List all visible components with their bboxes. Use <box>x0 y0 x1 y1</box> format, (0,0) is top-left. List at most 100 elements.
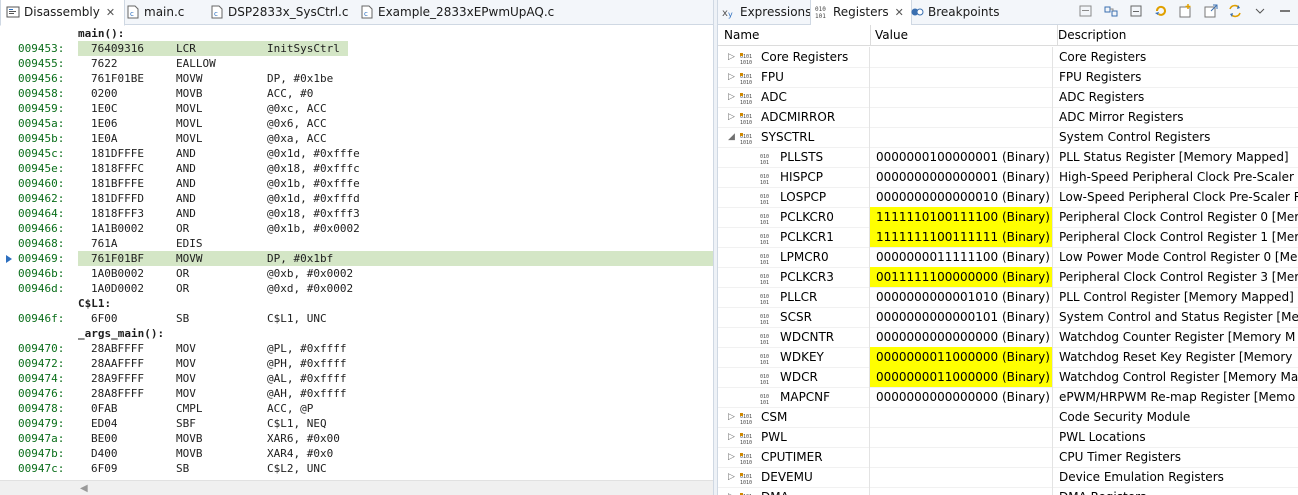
function-label[interactable]: C$L1: <box>0 296 713 311</box>
value-cell[interactable] <box>870 487 1053 495</box>
register-row[interactable]: 010 101 PLLCR 0000000000001010 (Binary) PLL … <box>718 287 1298 308</box>
disassembly-line[interactable]: 00946f: 6F00 SB C$L1, UNC <box>0 311 713 326</box>
value-cell[interactable]: 0000000100000001 (Binary) <box>870 147 1053 167</box>
value-cell[interactable]: 0000000000000101 (Binary) <box>870 307 1053 327</box>
register-row[interactable]: 010 101 PCLKCR3 0011111100000000 (Binary) Pe… <box>718 267 1298 288</box>
disassembly-line[interactable]: 00946b: 1A0B0002 OR @0xb, #0x0002 <box>0 266 713 281</box>
collapsed-twisty-icon[interactable]: ▷ <box>728 67 735 87</box>
register-group-row[interactable]: ▷ 0101 1010 FPU FPU Registers <box>718 67 1298 88</box>
register-row[interactable]: 010 101 LPMCR0 0000000011111100 (Binary) Low… <box>718 247 1298 268</box>
register-group-row[interactable]: ▷ 0101 1010 PWL PWL Locations <box>718 427 1298 448</box>
value-cell[interactable]: 0000000011111100 (Binary) <box>870 247 1053 267</box>
value-cell[interactable]: 0000000000001010 (Binary) <box>870 287 1053 307</box>
tab-main-c[interactable]: c main.c <box>126 0 184 24</box>
collapsed-twisty-icon[interactable]: ▷ <box>728 467 735 487</box>
value-cell[interactable] <box>870 107 1053 127</box>
register-group-row[interactable]: ▷ 0101 1010 ADCMIRROR ADC Mirror Registers <box>718 107 1298 128</box>
register-group-row[interactable]: ▷ 0101 1010 ADC ADC Registers <box>718 87 1298 108</box>
expanded-twisty-icon[interactable]: ◢ <box>728 127 735 147</box>
tab-disassembly[interactable]: Disassembly ✕ <box>0 0 125 26</box>
column-name[interactable]: Name <box>718 25 871 45</box>
collapsed-twisty-icon[interactable]: ▷ <box>728 47 735 67</box>
register-row[interactable]: 010 101 WDCR 0000000011000000 (Binary) Watch… <box>718 367 1298 388</box>
view-menu-icon[interactable] <box>1252 3 1268 19</box>
value-cell[interactable] <box>870 67 1053 87</box>
value-cell[interactable] <box>870 47 1053 67</box>
disassembly-line[interactable]: 009472: 28AAFFFF MOV @PH, #0xffff <box>0 356 713 371</box>
register-group-row[interactable]: ▷ 01011010 DMA DMA Registers <box>718 487 1298 495</box>
value-cell[interactable]: 0000000000000000 (Binary) <box>870 387 1053 407</box>
disassembly-line[interactable]: 00946d: 1A0D0002 OR @0xd, #0x0002 <box>0 281 713 296</box>
refresh-icon[interactable] <box>1153 3 1169 19</box>
collapsed-twisty-icon[interactable]: ▷ <box>728 427 735 447</box>
value-cell[interactable] <box>870 427 1053 447</box>
column-description[interactable]: Description <box>1052 25 1126 45</box>
close-icon[interactable]: ✕ <box>895 1 904 25</box>
disassembly-line[interactable]: 009468: 761A EDIS <box>0 236 713 251</box>
disassembly-line[interactable]: 009460: 181BFFFE AND @0x1b, #0xfffe <box>0 176 713 191</box>
disassembly-line[interactable]: 009470: 28ABFFFF MOV @PL, #0xffff <box>0 341 713 356</box>
disassembly-line[interactable]: 009455: 7622 EALLOW <box>0 56 713 71</box>
disassembly-line[interactable]: 009476: 28A8FFFF MOV @AH, #0xffff <box>0 386 713 401</box>
disassembly-line[interactable]: 009456: 761F01BE MOVW DP, #0x1be <box>0 71 713 86</box>
collapsed-twisty-icon[interactable]: ▷ <box>728 107 735 127</box>
disassembly-line[interactable]: 009458: 0200 MOVB ACC, #0 <box>0 86 713 101</box>
disassembly-line[interactable]: 00947a: BE00 MOVB XAR6, #0x00 <box>0 431 713 446</box>
scroll-left-icon[interactable]: ◀ <box>80 483 88 494</box>
tab-dsp2833x-sysctrl-c[interactable]: c DSP2833x_SysCtrl.c <box>210 0 348 24</box>
disassembly-line[interactable]: 009462: 181DFFFD AND @0x1d, #0xfffd <box>0 191 713 206</box>
collapsed-twisty-icon[interactable]: ▷ <box>728 87 735 107</box>
value-cell[interactable] <box>870 467 1053 487</box>
value-cell[interactable] <box>870 447 1053 467</box>
collapsed-twisty-icon[interactable]: ▷ <box>728 487 735 495</box>
disassembly-line[interactable]: 009453: 76409316 LCR InitSysCtrl <box>0 41 713 56</box>
register-group-row[interactable]: ▷ 0101 1010 CPUTIMER CPU Timer Registers <box>718 447 1298 468</box>
register-row[interactable]: 010 101 PCLKCR0 1111110100111100 (Binary) Pe… <box>718 207 1298 228</box>
sync-icon[interactable] <box>1227 3 1243 19</box>
value-cell[interactable]: 0000000000000001 (Binary) <box>870 167 1053 187</box>
value-cell[interactable]: 1111110100111100 (Binary) <box>870 207 1053 227</box>
horizontal-scrollbar[interactable]: ◀ <box>0 480 713 495</box>
minimize-icon[interactable] <box>1128 3 1144 19</box>
register-row[interactable]: 010 101 WDCNTR 0000000000000000 (Binary) Wat… <box>718 327 1298 348</box>
disassembly-line[interactable]: 009466: 1A1B0002 OR @0x1b, #0x0002 <box>0 221 713 236</box>
tab-example-epwm-c[interactable]: c Example_2833xEPwmUpAQ.c <box>360 0 554 24</box>
collapsed-twisty-icon[interactable]: ▷ <box>728 447 735 467</box>
disassembly-line[interactable]: 009478: 0FAB CMPL ACC, @P <box>0 401 713 416</box>
register-group-row[interactable]: ▷ 0101 1010 DEVEMU Device Emulation Register… <box>718 467 1298 488</box>
disassembly-line[interactable]: 009464: 1818FFF3 AND @0x18, #0xfff3 <box>0 206 713 221</box>
register-row[interactable]: 010 101 HISPCP 0000000000000001 (Binary) Hig… <box>718 167 1298 188</box>
register-row[interactable]: 010 101 LOSPCP 0000000000000010 (Binary) Low… <box>718 187 1298 208</box>
disassembly-line[interactable]: 00945c: 181DFFFE AND @0x1d, #0xfffe <box>0 146 713 161</box>
register-row[interactable]: 010 101 WDKEY 0000000011000000 (Binary) Watc… <box>718 347 1298 368</box>
tab-breakpoints[interactable]: Breakpoints <box>910 0 999 24</box>
value-cell[interactable] <box>870 127 1053 147</box>
register-group-row[interactable]: ▷ 0101 1010 Core Registers Core Registers <box>718 47 1298 68</box>
value-cell[interactable] <box>870 87 1053 107</box>
value-cell[interactable]: 0000000000000000 (Binary) <box>870 327 1053 347</box>
value-cell[interactable]: 0000000011000000 (Binary) <box>870 367 1053 387</box>
collapse-all-icon[interactable] <box>1078 3 1094 19</box>
new-view-icon[interactable] <box>1178 3 1194 19</box>
tab-expressions[interactable]: xy Expressions <box>722 0 811 24</box>
value-cell[interactable]: 0000000000000010 (Binary) <box>870 187 1053 207</box>
disassembly-line[interactable]: 009459: 1E0C MOVL @0xc, ACC <box>0 101 713 116</box>
value-cell[interactable] <box>870 407 1053 427</box>
disassembly-line[interactable]: 00947c: 6F09 SB C$L2, UNC <box>0 461 713 476</box>
register-group-row[interactable]: ▷ 0101 1010 CSM Code Security Module <box>718 407 1298 428</box>
expand-icon[interactable] <box>1103 3 1119 19</box>
register-row[interactable]: 010 101 MAPCNF 0000000000000000 (Binary) ePW… <box>718 387 1298 408</box>
function-label[interactable]: _args_main(): <box>0 326 713 341</box>
value-cell[interactable]: 0000000011000000 (Binary) <box>870 347 1053 367</box>
close-icon[interactable]: ✕ <box>106 1 115 25</box>
minimize-view-icon[interactable] <box>1277 3 1293 19</box>
disassembly-line[interactable]: 00945b: 1E0A MOVL @0xa, ACC <box>0 131 713 146</box>
disassembly-line[interactable]: 00945a: 1E06 MOVL @0x6, ACC <box>0 116 713 131</box>
disassembly-line[interactable]: 009479: ED04 SBF C$L1, NEQ <box>0 416 713 431</box>
collapsed-twisty-icon[interactable]: ▷ <box>728 407 735 427</box>
disassembly-line[interactable]: 009469: 761F01BF MOVW DP, #0x1bf <box>0 251 713 266</box>
column-value[interactable]: Value <box>869 25 1058 45</box>
disassembly-line[interactable]: 009474: 28A9FFFF MOV @AL, #0xffff <box>0 371 713 386</box>
register-group-row[interactable]: ◢ 0101 1010 SYSCTRL System Control Registers <box>718 127 1298 148</box>
disassembly-line[interactable]: 00945e: 1818FFFC AND @0x18, #0xfffc <box>0 161 713 176</box>
